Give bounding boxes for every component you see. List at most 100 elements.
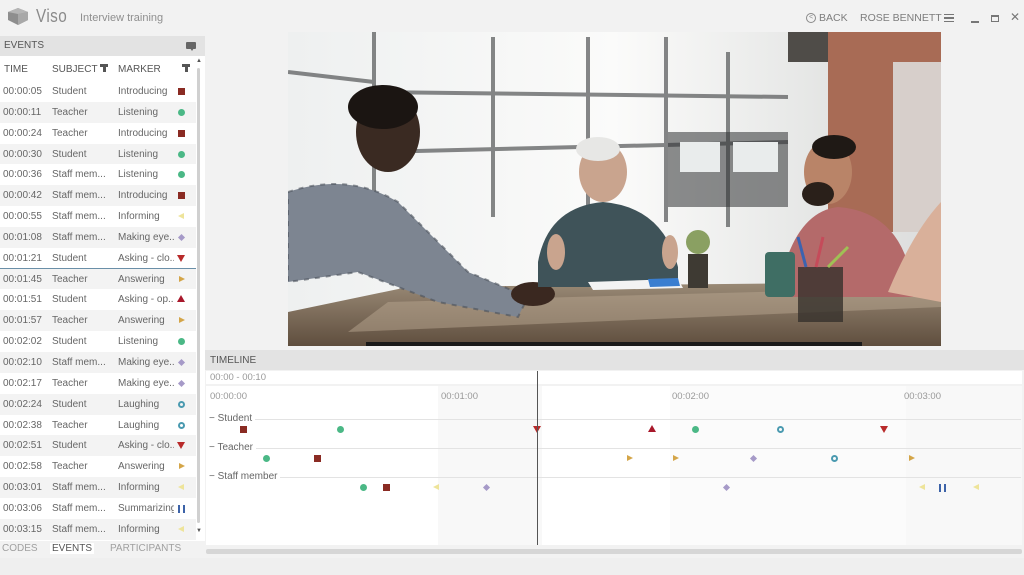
tab-participants[interactable]: PARTICIPANTS bbox=[108, 543, 183, 554]
tab-codes[interactable]: CODES bbox=[0, 543, 40, 554]
event-row[interactable]: 00:01:57 Teacher Answering bbox=[0, 310, 196, 332]
marker-dot-icon bbox=[178, 171, 185, 179]
project-name: Interview training bbox=[80, 12, 164, 24]
event-row[interactable]: 00:02:10 Staff mem... Making eye... bbox=[0, 351, 196, 373]
timeline-marker-left[interactable] bbox=[973, 484, 980, 490]
event-row[interactable]: 00:01:45 Teacher Answering bbox=[0, 268, 196, 290]
tick-label: 00:03:00 bbox=[904, 391, 941, 402]
scroll-down-arrow-icon[interactable]: ▼ bbox=[196, 528, 202, 534]
timeline-marker-dot[interactable] bbox=[263, 455, 271, 462]
tab-events[interactable]: EVENTS bbox=[50, 543, 95, 554]
user-name[interactable]: ROSE BENNETT bbox=[860, 12, 942, 24]
event-marker: Introducing bbox=[118, 86, 168, 97]
event-subject: Staff mem... bbox=[52, 523, 106, 535]
column-header-subject[interactable]: SUBJECT bbox=[52, 64, 98, 75]
timeline-horizontal-scrollbar[interactable] bbox=[206, 549, 1022, 554]
event-row[interactable]: 00:03:15 Staff mem... Informing bbox=[0, 518, 196, 540]
timeline-marker-right[interactable] bbox=[673, 455, 680, 461]
event-time: 00:01:45 bbox=[3, 273, 42, 285]
event-subject: Student bbox=[52, 86, 87, 97]
event-time: 00:00:11 bbox=[3, 106, 42, 118]
event-row[interactable]: 00:00:36 Staff mem... Listening bbox=[0, 164, 196, 186]
marker-left-icon bbox=[178, 484, 184, 491]
timeline-marker-up[interactable] bbox=[648, 425, 657, 432]
event-subject: Staff mem... bbox=[52, 356, 106, 368]
timeline-marker-left[interactable] bbox=[433, 484, 440, 490]
timeline-range-bar[interactable]: 00:00 - 00:10 bbox=[206, 371, 1022, 384]
timeline-marker-ring[interactable] bbox=[830, 455, 838, 462]
event-subject: Teacher bbox=[52, 127, 88, 139]
subject-filter-icon[interactable] bbox=[100, 64, 108, 72]
timeline-marker-square[interactable] bbox=[383, 484, 391, 491]
track-label[interactable]: − Teacher bbox=[209, 442, 257, 453]
event-time: 00:02:24 bbox=[3, 398, 42, 410]
timeline-marker-square[interactable] bbox=[240, 426, 248, 433]
collapse-track-icon[interactable]: − bbox=[209, 471, 218, 482]
close-icon[interactable]: ✕ bbox=[1010, 10, 1020, 24]
timeline-marker-right[interactable] bbox=[627, 455, 634, 461]
scroll-thumb[interactable] bbox=[197, 68, 200, 523]
timeline-marker-right[interactable] bbox=[908, 455, 915, 461]
event-time: 00:01:57 bbox=[3, 315, 42, 327]
timeline-marker-pause[interactable] bbox=[938, 484, 946, 492]
event-row[interactable]: 00:02:02 Student Listening bbox=[0, 331, 196, 352]
minimize-icon[interactable] bbox=[971, 21, 979, 23]
marker-diamond-icon bbox=[177, 233, 186, 241]
event-row[interactable]: 00:02:17 Teacher Making eye... bbox=[0, 372, 196, 394]
event-time: 00:03:15 bbox=[3, 523, 42, 535]
event-row[interactable]: 00:01:08 Staff mem... Making eye... bbox=[0, 226, 196, 248]
event-row[interactable]: 00:00:30 Student Listening bbox=[0, 143, 196, 165]
timeline-marker-dot[interactable] bbox=[336, 426, 344, 433]
marker-down-icon bbox=[177, 442, 185, 450]
event-row[interactable]: 00:02:38 Teacher Laughing bbox=[0, 414, 196, 436]
track-label[interactable]: − Staff member bbox=[209, 471, 281, 482]
track-label[interactable]: − Student bbox=[209, 413, 256, 424]
back-button[interactable]: < BACK bbox=[806, 12, 848, 24]
event-row[interactable]: 00:01:51 Student Asking - op... bbox=[0, 289, 196, 311]
marker-ring-icon bbox=[178, 400, 185, 408]
marker-filter-icon[interactable] bbox=[182, 64, 190, 72]
collapse-track-icon[interactable]: − bbox=[209, 413, 218, 424]
event-row[interactable]: 00:00:11 Teacher Listening bbox=[0, 101, 196, 123]
events-column-headers: TIME SUBJECT MARKER bbox=[0, 56, 205, 80]
column-header-marker[interactable]: MARKER bbox=[118, 64, 161, 75]
events-scrollbar[interactable]: ▲ ▼ bbox=[196, 58, 202, 543]
timeline-marker-dot[interactable] bbox=[359, 484, 367, 491]
event-subject: Student bbox=[52, 252, 87, 264]
video-player[interactable] bbox=[288, 32, 941, 346]
event-row[interactable]: 00:00:55 Staff mem... Informing bbox=[0, 206, 196, 227]
tick-label: 00:01:00 bbox=[441, 391, 478, 402]
event-row[interactable]: 00:02:51 Student Asking - clo... bbox=[0, 435, 196, 457]
event-row[interactable]: 00:02:24 Student Laughing bbox=[0, 393, 196, 415]
marker-right-icon bbox=[179, 275, 185, 282]
marker-left-icon bbox=[178, 213, 184, 220]
event-row[interactable]: 00:03:01 Staff mem... Informing bbox=[0, 477, 196, 498]
event-row[interactable]: 00:03:06 Staff mem... Summarizing bbox=[0, 497, 196, 519]
event-marker: Making eye... bbox=[118, 377, 174, 389]
timeline-marker-ring[interactable] bbox=[776, 426, 784, 433]
event-time: 00:01:51 bbox=[3, 294, 42, 306]
column-header-time[interactable]: TIME bbox=[4, 64, 28, 75]
event-row[interactable]: 00:02:58 Teacher Answering bbox=[0, 456, 196, 478]
event-row[interactable]: 00:00:24 Teacher Introducing bbox=[0, 122, 196, 144]
event-row[interactable]: 00:00:42 Staff mem... Introducing bbox=[0, 185, 196, 207]
timeline-playhead[interactable] bbox=[536, 371, 539, 545]
timeline-marker-square[interactable] bbox=[313, 455, 321, 462]
timeline-marker-dot[interactable] bbox=[691, 426, 699, 433]
timeline-marker-left[interactable] bbox=[919, 484, 926, 490]
marker-square-icon bbox=[178, 192, 185, 200]
maximize-icon[interactable] bbox=[991, 15, 999, 22]
event-subject: Staff mem... bbox=[52, 231, 106, 243]
event-subject: Teacher bbox=[52, 106, 88, 118]
event-time: 00:00:30 bbox=[3, 148, 42, 160]
event-marker: Listening bbox=[118, 169, 159, 181]
scroll-up-arrow-icon[interactable]: ▲ bbox=[196, 58, 202, 64]
timeline-marker-down[interactable] bbox=[879, 426, 888, 433]
hamburger-menu-icon[interactable] bbox=[944, 14, 954, 22]
comment-icon[interactable] bbox=[186, 42, 196, 51]
event-row[interactable]: 00:01:21 Student Asking - clo... bbox=[0, 247, 196, 269]
track-divider bbox=[209, 477, 1021, 478]
timeline-track-area[interactable]: 00:00:00 00:01:00 00:02:00 00:03:00 − St… bbox=[206, 371, 1022, 545]
event-marker: Making eye... bbox=[118, 231, 174, 243]
event-row[interactable]: 00:00:05 Student Introducing bbox=[0, 81, 196, 102]
